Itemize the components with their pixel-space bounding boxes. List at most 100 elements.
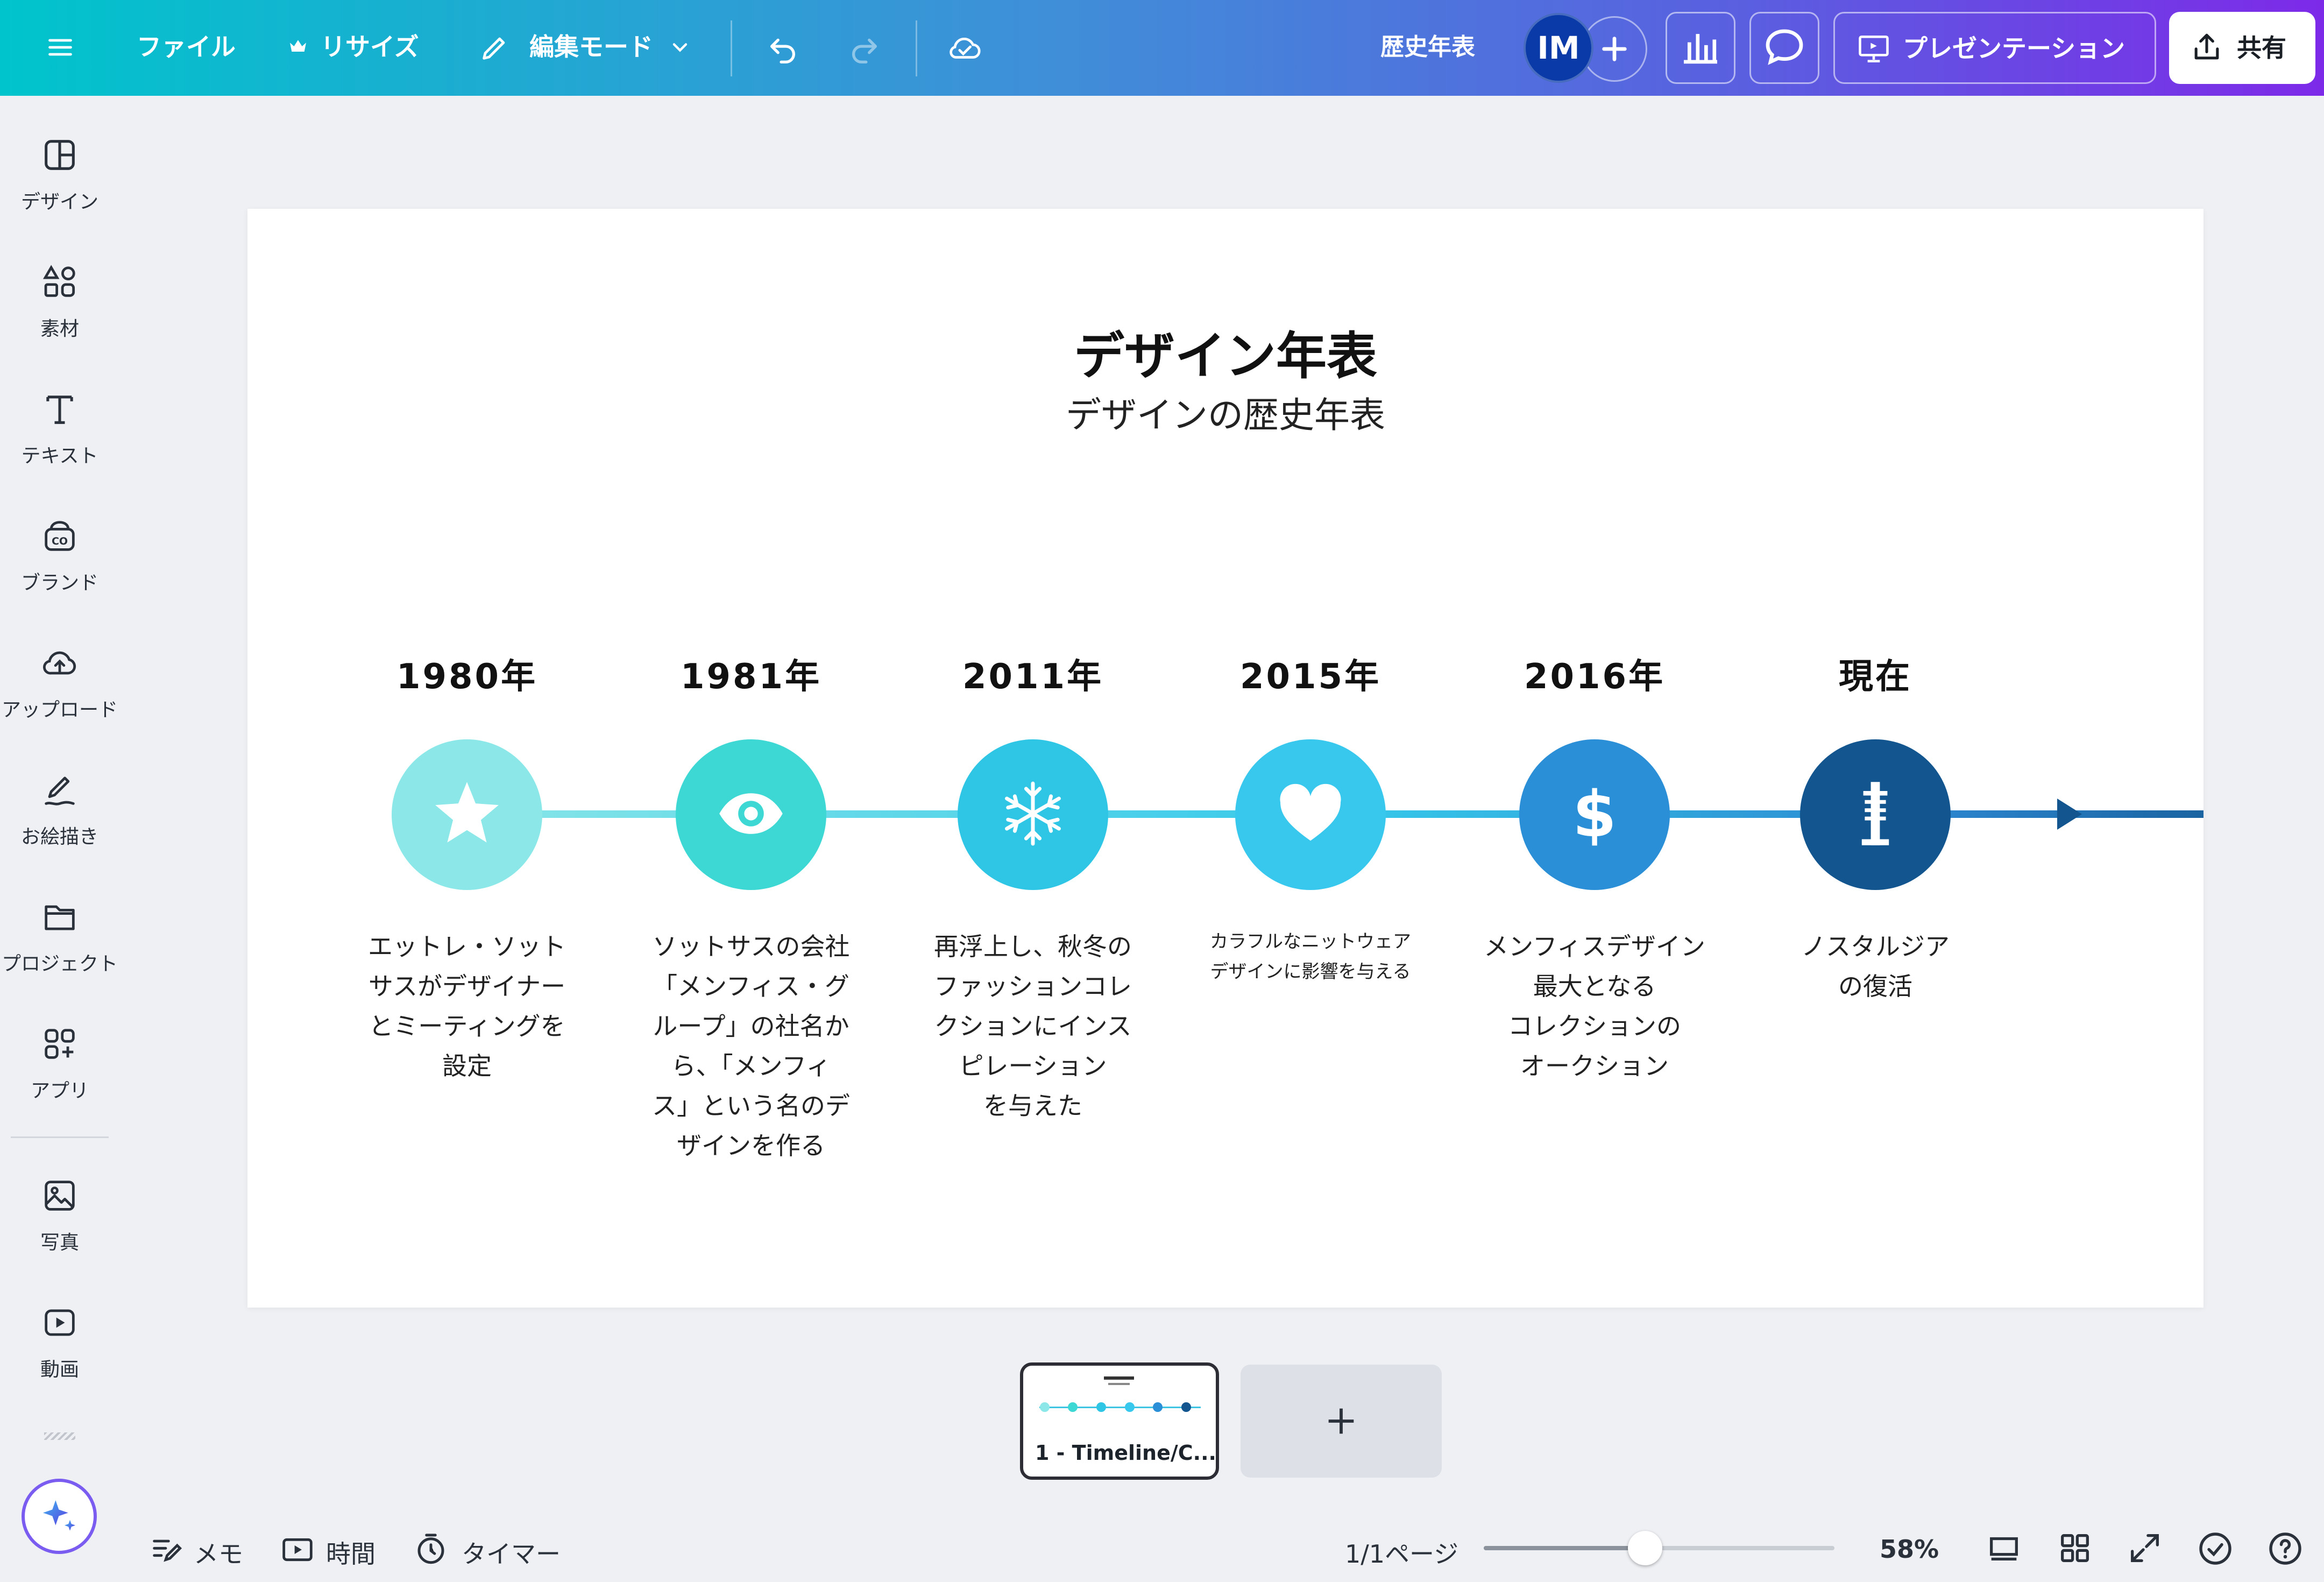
insights-button[interactable]: [1666, 12, 1735, 84]
event-description[interactable]: ソットサスの会社 「メンフィス・グ ループ」の社名か ら、「メンフィ ス」という名のデザ…: [633, 927, 869, 1166]
folder-icon: [0, 896, 119, 937]
design-canvas[interactable]: デザイン年表 デザインの歴史年表 1980年 エットレ・ソット サスがデザイナー とミ…: [247, 209, 2203, 1308]
event-description-line: ファッションコレ: [934, 972, 1132, 1001]
duration-icon: [282, 1538, 313, 1562]
zoom-slider-fill: [1484, 1546, 1645, 1550]
grid-view-button[interactable]: [2056, 1529, 2094, 1569]
event-year[interactable]: 1980年: [327, 649, 607, 698]
notes-view-button[interactable]: [1985, 1529, 2023, 1569]
event-description-line: を与えた: [983, 1091, 1082, 1120]
monitor-icon: [1990, 1537, 2018, 1561]
event-circle[interactable]: [392, 739, 542, 890]
share-label: 共有: [2237, 33, 2286, 62]
sidebar-item-photo[interactable]: 写真: [0, 1175, 119, 1255]
user-avatar[interactable]: IM: [1524, 13, 1593, 83]
event-circle[interactable]: [676, 739, 826, 890]
file-menu[interactable]: ファイル: [137, 34, 236, 59]
menu-icon[interactable]: [46, 33, 74, 63]
expand-icon: [2131, 1534, 2159, 1562]
sidebar-divider: [11, 1136, 109, 1138]
sidebar-item-elements[interactable]: 素材: [0, 262, 119, 341]
page-thumbnail[interactable]: 1 - Timeline/C...: [1020, 1362, 1219, 1480]
event-description-line: とミーティングを: [369, 1012, 565, 1041]
document-title[interactable]: 歴史年表: [1380, 36, 1475, 59]
help-button[interactable]: [2266, 1529, 2305, 1570]
sidebar-item-label: アプリ: [30, 1080, 89, 1102]
event-circle[interactable]: [1235, 739, 1386, 890]
sidebar-item-label: ブランド: [20, 572, 98, 594]
present-label: プレゼンテーション: [1903, 34, 2125, 63]
page-indicator[interactable]: 1/1ページ: [1345, 1535, 1458, 1570]
timer-icon: [417, 1534, 444, 1564]
event-description-line: サスがデザイナー: [368, 972, 566, 1001]
check-circle-icon: [2199, 1532, 2231, 1565]
event-description-line: 「メンフィス・グ: [653, 972, 849, 1001]
sidebar-scroll-grip[interactable]: [44, 1432, 75, 1440]
brand-icon: CO: [0, 515, 119, 556]
page-thumbnail-label: 1 - Timeline/C...: [1035, 1441, 1216, 1465]
sidebar-item-folder[interactable]: プロジェクト: [0, 896, 119, 976]
chevron-down-icon[interactable]: [668, 36, 692, 61]
resize-button[interactable]: リサイズ: [321, 34, 419, 59]
help-icon: [2269, 1532, 2301, 1565]
toolbar-divider: [916, 20, 917, 76]
top-toolbar: ファイル リサイズ 編集モード 歴史年表 IM プレゼンテーション 共有: [0, 0, 2324, 96]
sidebar-item-draw[interactable]: お絵描き: [0, 769, 119, 849]
svg-text:$: $: [1572, 778, 1617, 851]
event-year[interactable]: 2016年: [1455, 649, 1734, 698]
sidebar-item-upload[interactable]: アップロード: [0, 642, 119, 722]
design-icon: [0, 135, 119, 175]
event-description[interactable]: メンフィスデザイン 最大となる コレクションの オークション: [1476, 927, 1713, 1086]
share-button[interactable]: 共有: [2169, 12, 2315, 84]
event-description-line: カラフルなニットウェア: [1210, 931, 1411, 952]
heart-icon: [1273, 776, 1348, 853]
event-year[interactable]: 2015年: [1171, 649, 1450, 698]
edit-mode-dropdown[interactable]: 編集モード: [529, 34, 653, 59]
zoom-slider[interactable]: [1484, 1531, 1834, 1565]
event-description-line: 設定: [442, 1051, 492, 1080]
comments-button[interactable]: [1749, 12, 1819, 84]
event-description-line: デザインに影響を与える: [1210, 961, 1411, 983]
sidebar-item-design[interactable]: デザイン: [0, 135, 119, 214]
svg-text:CO: CO: [52, 535, 68, 547]
event-year[interactable]: 1981年: [611, 649, 891, 698]
accessibility-check-button[interactable]: [2196, 1529, 2235, 1570]
fullscreen-button[interactable]: [2126, 1529, 2164, 1569]
redo-icon[interactable]: [846, 29, 883, 69]
sidebar-item-brand[interactable]: CO ブランド: [0, 515, 119, 595]
photo-icon: [0, 1175, 119, 1216]
notes-icon: [153, 1539, 182, 1562]
undo-icon[interactable]: [764, 29, 802, 69]
event-year[interactable]: 現在: [1735, 649, 2015, 698]
event-year[interactable]: 2011年: [893, 649, 1173, 698]
sidebar-item-text[interactable]: テキスト: [0, 389, 119, 468]
duration-label: 時間: [326, 1539, 375, 1569]
sidebar-item-label: 動画: [40, 1359, 79, 1381]
event-description[interactable]: エットレ・ソット サスがデザイナー とミーティングを 設定: [349, 927, 585, 1086]
event-description-line: コレクションの: [1508, 1012, 1681, 1041]
event-circle[interactable]: [1800, 739, 1951, 890]
event-description[interactable]: カラフルなニットウェア デザインに影響を与える: [1192, 927, 1429, 987]
video-icon: [0, 1302, 119, 1343]
zoom-level[interactable]: 58%: [1880, 1535, 1939, 1564]
sidebar-item-label: 素材: [40, 318, 79, 340]
crown-icon: [287, 36, 309, 59]
event-circle[interactable]: $: [1519, 739, 1670, 890]
zoom-slider-handle[interactable]: [1627, 1531, 1662, 1565]
apps-icon: [0, 1023, 119, 1064]
sidebar-item-apps[interactable]: アプリ: [0, 1023, 119, 1103]
present-button[interactable]: プレゼンテーション: [1833, 12, 2156, 84]
event-description[interactable]: ノスタルジア の復活: [1757, 927, 1994, 1006]
event-circle[interactable]: [958, 739, 1108, 890]
cloud-saved-icon[interactable]: [945, 29, 986, 69]
thumbnail-preview: [1039, 1376, 1201, 1412]
event-description-line: 再浮上し、秋冬の: [934, 932, 1132, 961]
event-description-line: ザインを作る: [677, 1131, 825, 1160]
sidebar-item-label: アップロード: [1, 699, 118, 721]
add-page-button[interactable]: [1241, 1365, 1442, 1478]
magic-assistant-button[interactable]: [22, 1479, 97, 1554]
dollar-icon: $: [1557, 776, 1632, 853]
event-description[interactable]: 再浮上し、秋冬の ファッションコレ クションにインス ピレーション を与えた: [915, 927, 1151, 1126]
sidebar-item-video[interactable]: 動画: [0, 1302, 119, 1382]
event-description-line: ス」という名のデ: [652, 1091, 850, 1120]
